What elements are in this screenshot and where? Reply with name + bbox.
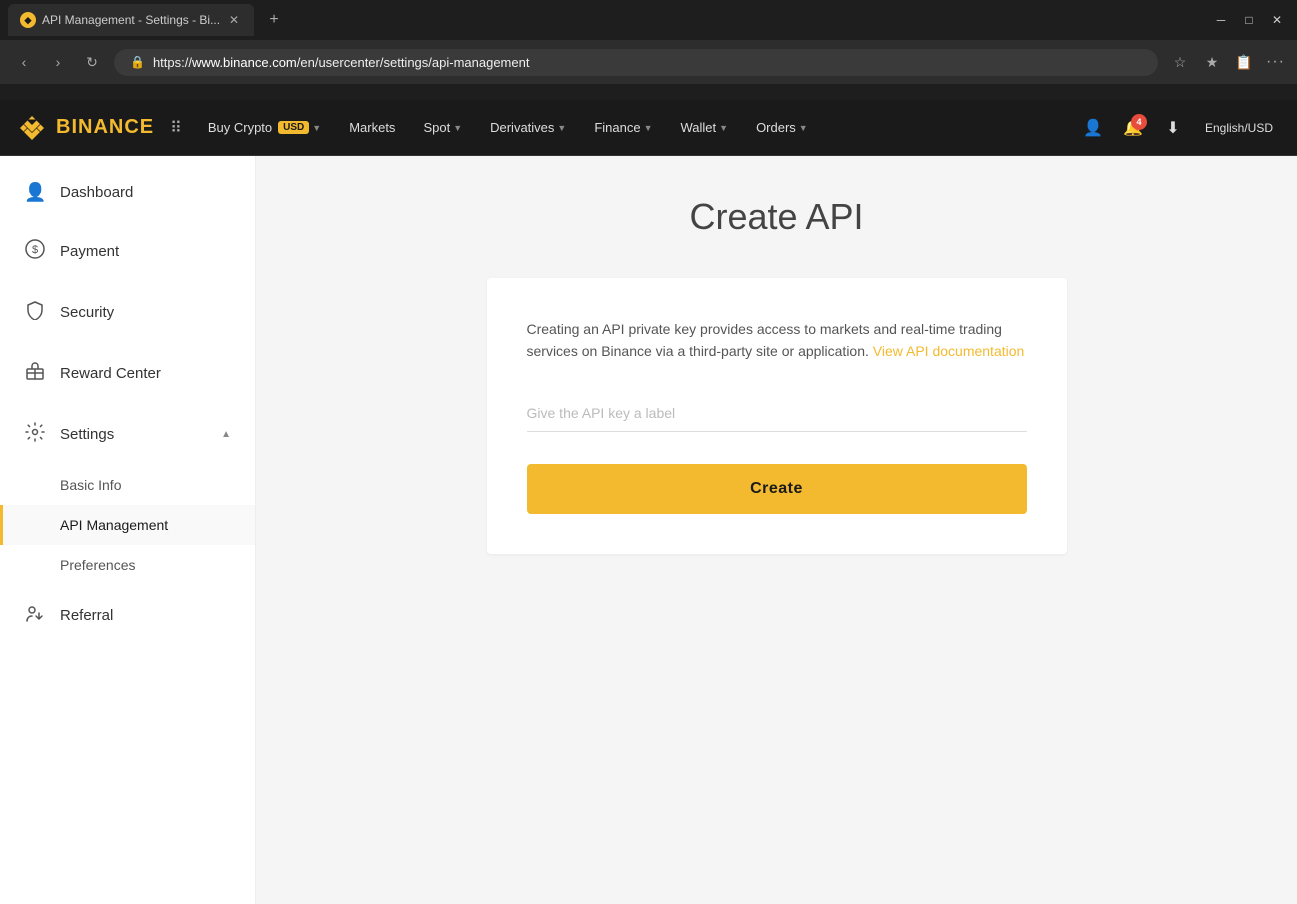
address-bar: ‹ › ↻ 🔒 https://www.binance.com/en/userc… bbox=[0, 40, 1297, 84]
nav-markets[interactable]: Markets bbox=[339, 120, 405, 135]
back-button[interactable]: ‹ bbox=[12, 50, 36, 74]
reward-center-icon bbox=[24, 361, 46, 386]
nav-spot[interactable]: Spot ▼ bbox=[413, 120, 472, 135]
address-actions: ☆ ★ 📋 bbox=[1168, 50, 1256, 74]
sidebar-item-reward-center[interactable]: Reward Center bbox=[0, 343, 255, 404]
sidebar-item-settings[interactable]: Settings ▲ bbox=[0, 404, 255, 465]
tab-title: API Management - Settings - Bi... bbox=[42, 13, 220, 27]
binance-logo-text: BINANCE bbox=[56, 116, 154, 139]
url-domain: www.binance.com bbox=[192, 55, 297, 70]
top-navbar: BINANCE ⠿ Buy Crypto USD ▼ Markets Spot … bbox=[0, 100, 1297, 156]
sidebar-item-payment[interactable]: $ Payment bbox=[0, 221, 255, 282]
settings-icon bbox=[24, 422, 46, 447]
collections-icon[interactable]: 📋 bbox=[1232, 50, 1256, 74]
dashboard-icon: 👤 bbox=[24, 182, 46, 203]
spot-dropdown-icon: ▼ bbox=[453, 123, 462, 133]
api-card: Creating an API private key provides acc… bbox=[487, 278, 1067, 554]
preferences-label: Preferences bbox=[60, 557, 135, 573]
url-text: https://www.binance.com/en/usercenter/se… bbox=[153, 55, 530, 70]
settings-expand-icon: ▲ bbox=[221, 429, 231, 440]
title-bar: ◆ API Management - Settings - Bi... ✕ + … bbox=[0, 0, 1297, 40]
nav-finance[interactable]: Finance ▼ bbox=[584, 120, 662, 135]
buy-crypto-dropdown-icon: ▼ bbox=[312, 123, 321, 133]
reload-button[interactable]: ↻ bbox=[80, 50, 104, 74]
page-layout: 👤 Dashboard $ Payment Security bbox=[0, 156, 1297, 904]
derivatives-dropdown-icon: ▼ bbox=[557, 123, 566, 133]
tab-favicon: ◆ bbox=[20, 12, 36, 28]
nav-orders[interactable]: Orders ▼ bbox=[746, 120, 818, 135]
api-description: Creating an API private key provides acc… bbox=[527, 318, 1027, 363]
api-key-label-input[interactable] bbox=[527, 395, 1027, 432]
sidebar-label-reward-center: Reward Center bbox=[60, 365, 161, 382]
nav-wallet[interactable]: Wallet ▼ bbox=[671, 120, 739, 135]
sidebar-item-dashboard[interactable]: 👤 Dashboard bbox=[0, 164, 255, 221]
api-doc-link[interactable]: View API documentation bbox=[873, 343, 1025, 359]
download-button[interactable]: ⬇ bbox=[1157, 112, 1189, 144]
minimize-button[interactable]: ─ bbox=[1209, 8, 1233, 32]
sidebar-item-preferences[interactable]: Preferences bbox=[0, 545, 255, 585]
orders-dropdown-icon: ▼ bbox=[799, 123, 808, 133]
binance-logo[interactable]: BINANCE bbox=[16, 112, 154, 144]
grid-menu-icon[interactable]: ⠿ bbox=[170, 118, 182, 138]
referral-icon bbox=[24, 603, 46, 628]
finance-dropdown-icon: ▼ bbox=[644, 123, 653, 133]
close-button[interactable]: ✕ bbox=[1265, 8, 1289, 32]
sidebar-item-basic-info[interactable]: Basic Info bbox=[0, 465, 255, 505]
api-management-label: API Management bbox=[60, 517, 168, 533]
maximize-button[interactable]: □ bbox=[1237, 8, 1261, 32]
url-path: /en/usercenter/settings/api-management bbox=[297, 55, 530, 70]
notifications-button[interactable]: 🔔 4 bbox=[1117, 112, 1149, 144]
usd-badge: USD bbox=[278, 121, 309, 134]
profile-button[interactable]: 👤 bbox=[1077, 112, 1109, 144]
url-bar[interactable]: 🔒 https://www.binance.com/en/usercenter/… bbox=[114, 49, 1158, 76]
lock-icon: 🔒 bbox=[130, 55, 145, 69]
bookmark-star-icon[interactable]: ☆ bbox=[1168, 50, 1192, 74]
sidebar-item-referral[interactable]: Referral bbox=[0, 585, 255, 646]
new-tab-button[interactable]: + bbox=[262, 8, 286, 32]
language-button[interactable]: English/USD bbox=[1197, 121, 1281, 135]
nav-derivatives[interactable]: Derivatives ▼ bbox=[480, 120, 576, 135]
sidebar-item-security[interactable]: Security bbox=[0, 282, 255, 343]
sidebar-label-payment: Payment bbox=[60, 243, 119, 260]
tab-close-button[interactable]: ✕ bbox=[226, 12, 242, 28]
page-title: Create API bbox=[689, 196, 863, 238]
sidebar-item-api-management[interactable]: API Management bbox=[0, 505, 255, 545]
security-icon bbox=[24, 300, 46, 325]
browser-menu-button[interactable]: ··· bbox=[1266, 53, 1285, 71]
sidebar-label-dashboard: Dashboard bbox=[60, 184, 133, 201]
main-content: Create API Creating an API private key p… bbox=[256, 156, 1297, 904]
nav-buy-crypto[interactable]: Buy Crypto USD ▼ bbox=[198, 120, 331, 135]
sidebar-label-referral: Referral bbox=[60, 607, 113, 624]
wallet-dropdown-icon: ▼ bbox=[719, 123, 728, 133]
sidebar: 👤 Dashboard $ Payment Security bbox=[0, 156, 256, 904]
notification-count: 4 bbox=[1131, 114, 1147, 130]
window-controls: ─ □ ✕ bbox=[1209, 8, 1289, 32]
payment-icon: $ bbox=[24, 239, 46, 264]
basic-info-label: Basic Info bbox=[60, 477, 121, 493]
forward-button[interactable]: › bbox=[46, 50, 70, 74]
sidebar-label-security: Security bbox=[60, 304, 114, 321]
browser-tab[interactable]: ◆ API Management - Settings - Bi... ✕ bbox=[8, 4, 254, 36]
sidebar-label-settings: Settings bbox=[60, 426, 114, 443]
svg-text:$: $ bbox=[32, 244, 38, 256]
create-api-button[interactable]: Create bbox=[527, 464, 1027, 514]
reading-list-icon[interactable]: ★ bbox=[1200, 50, 1224, 74]
